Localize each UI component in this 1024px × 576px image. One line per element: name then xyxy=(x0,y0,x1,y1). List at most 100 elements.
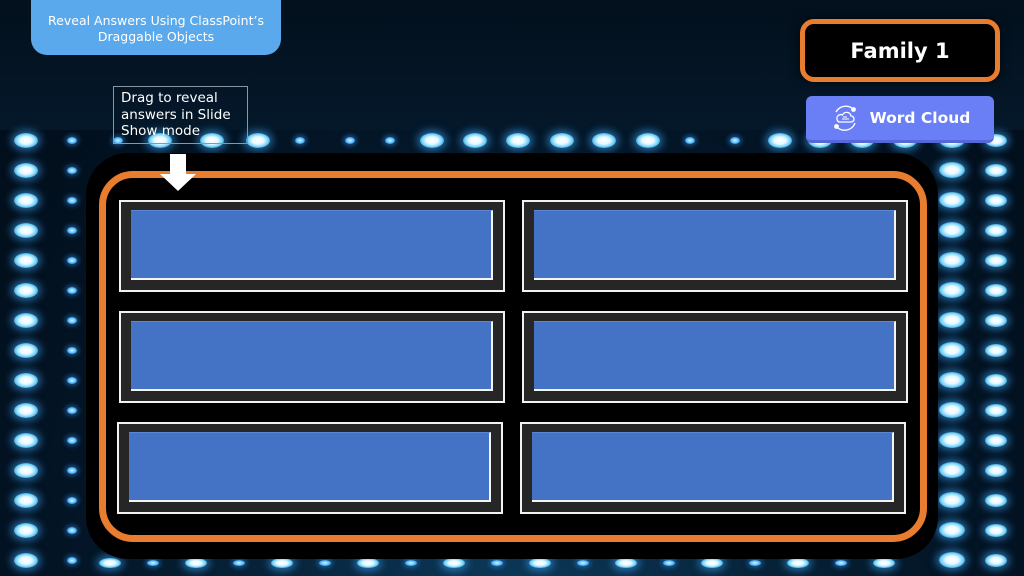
stage-light xyxy=(67,316,77,324)
answer-slot-6[interactable] xyxy=(520,422,906,514)
stage-light xyxy=(14,312,38,328)
stage-light xyxy=(939,402,965,418)
stage-light xyxy=(463,132,487,148)
stage-light xyxy=(685,136,695,144)
stage-light xyxy=(985,373,1007,387)
answer-slot-4[interactable] xyxy=(522,311,908,403)
stage-light xyxy=(405,560,417,566)
stage-light xyxy=(835,560,847,566)
stage-light xyxy=(939,372,965,388)
stage-light xyxy=(939,222,965,238)
stage-light xyxy=(271,558,293,568)
stage-light xyxy=(577,560,589,566)
stage-light xyxy=(939,492,965,508)
stage-light xyxy=(67,436,77,444)
stage-light xyxy=(985,313,1007,327)
stage-light xyxy=(14,492,38,508)
family-label: Family 1 xyxy=(800,19,1000,82)
stage-light xyxy=(873,558,895,568)
stage-light xyxy=(319,560,331,566)
down-arrow-icon xyxy=(160,154,196,191)
stage-light xyxy=(985,163,1007,177)
word-cloud-icon xyxy=(833,105,856,131)
stage-light xyxy=(185,558,207,568)
stage-light xyxy=(14,462,38,478)
stage-light xyxy=(14,252,38,268)
stage-light xyxy=(67,166,77,174)
stage-light xyxy=(233,560,245,566)
stage-light xyxy=(985,433,1007,447)
stage-light xyxy=(67,226,77,234)
stage-light xyxy=(985,403,1007,417)
answer-cover-2[interactable] xyxy=(534,210,896,280)
stage-light xyxy=(67,556,77,564)
stage-light xyxy=(295,136,305,144)
stage-light xyxy=(67,136,77,144)
stage-light xyxy=(730,136,740,144)
stage-light xyxy=(985,193,1007,207)
stage-light xyxy=(939,282,965,298)
stage-light xyxy=(14,192,38,208)
stage-light xyxy=(147,560,159,566)
stage-light xyxy=(615,558,637,568)
stage-light xyxy=(787,558,809,568)
stage-light xyxy=(985,553,1007,567)
stage-light xyxy=(768,132,792,148)
stage-light xyxy=(14,522,38,538)
stage-light xyxy=(939,252,965,268)
stage-light xyxy=(443,558,465,568)
answer-cover-6[interactable] xyxy=(532,432,894,502)
stage-light xyxy=(14,402,38,418)
title-line-1: Reveal Answers Using ClassPoint’s xyxy=(48,12,264,28)
stage-light xyxy=(246,132,270,148)
stage-light xyxy=(985,223,1007,237)
stage-light xyxy=(985,343,1007,357)
answer-slot-2[interactable] xyxy=(522,200,908,292)
stage-light xyxy=(701,558,723,568)
stage-light xyxy=(663,560,675,566)
slide: Reveal Answers Using ClassPoint’s Dragga… xyxy=(0,0,1024,576)
stage-light xyxy=(14,162,38,178)
stage-light xyxy=(985,253,1007,267)
stage-light xyxy=(67,406,77,414)
stage-light xyxy=(749,560,761,566)
answer-slot-3[interactable] xyxy=(119,311,505,403)
drag-hint-textbox: Drag to reveal answers in Slide Show mod… xyxy=(113,86,248,144)
stage-light xyxy=(636,132,660,148)
stage-light xyxy=(550,132,574,148)
stage-light xyxy=(67,286,77,294)
word-cloud-button[interactable]: Word Cloud xyxy=(806,96,994,143)
stage-light xyxy=(67,196,77,204)
stage-light xyxy=(939,342,965,358)
stage-light xyxy=(14,342,38,358)
stage-light xyxy=(67,376,77,384)
stage-light xyxy=(985,523,1007,537)
stage-light xyxy=(939,522,965,538)
stage-light xyxy=(14,372,38,388)
stage-light xyxy=(14,432,38,448)
stage-light xyxy=(529,558,551,568)
stage-light xyxy=(99,558,121,568)
stage-light xyxy=(592,132,616,148)
stage-light xyxy=(506,132,530,148)
answer-cover-5[interactable] xyxy=(129,432,491,502)
stage-light xyxy=(357,558,379,568)
stage-light xyxy=(939,552,965,568)
title-line-2: Draggable Objects xyxy=(97,28,215,44)
stage-light xyxy=(345,136,355,144)
stage-light xyxy=(985,493,1007,507)
stage-light xyxy=(67,346,77,354)
stage-light xyxy=(939,462,965,478)
stage-light xyxy=(385,136,395,144)
stage-light xyxy=(67,256,77,264)
stage-light xyxy=(67,496,77,504)
stage-light xyxy=(985,463,1007,477)
stage-light xyxy=(491,560,503,566)
answer-slot-5[interactable] xyxy=(117,422,503,514)
answer-cover-4[interactable] xyxy=(534,321,896,391)
answer-slot-1[interactable] xyxy=(119,200,505,292)
stage-light xyxy=(67,466,77,474)
title-banner: Reveal Answers Using ClassPoint’s Dragga… xyxy=(31,0,281,55)
answer-cover-3[interactable] xyxy=(131,321,493,391)
answer-cover-1[interactable] xyxy=(131,210,493,280)
